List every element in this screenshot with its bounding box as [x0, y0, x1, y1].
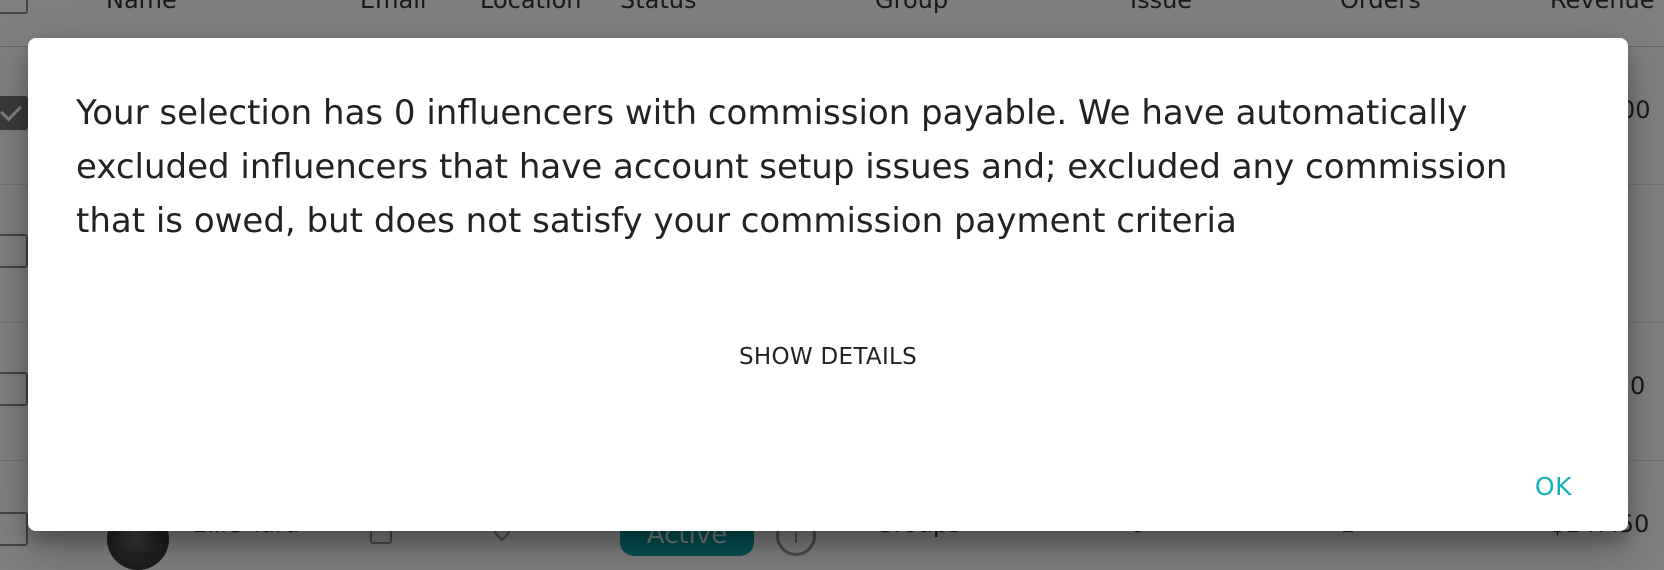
dialog-message: Your selection has 0 influencers with co…: [76, 93, 1508, 241]
show-details-button[interactable]: SHOW DETAILS: [28, 344, 1628, 370]
ok-button[interactable]: OK: [1535, 472, 1572, 501]
page: Name Email Location Status Group Issue O…: [0, 0, 1664, 570]
commission-dialog: Your selection has 0 influencers with co…: [28, 38, 1628, 531]
